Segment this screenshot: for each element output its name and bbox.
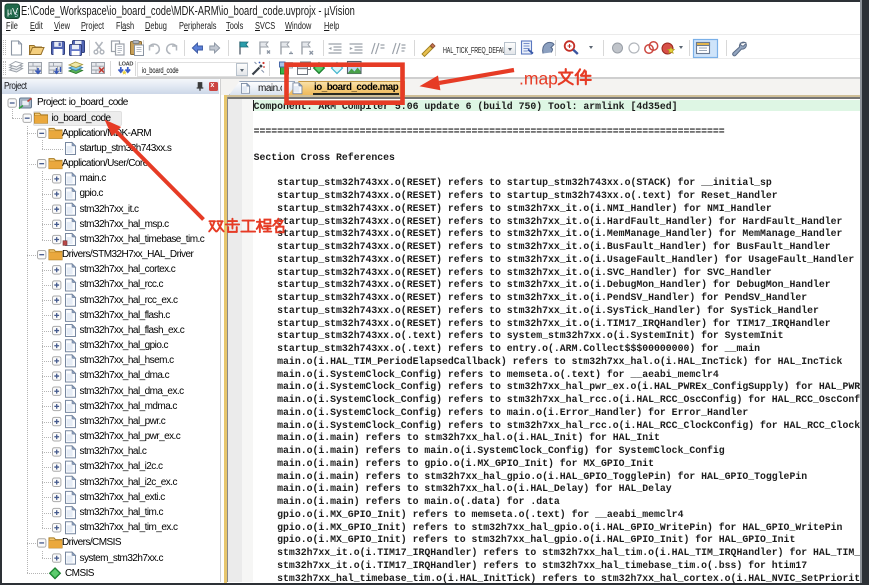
svg-text:.map: .map: [519, 69, 558, 89]
